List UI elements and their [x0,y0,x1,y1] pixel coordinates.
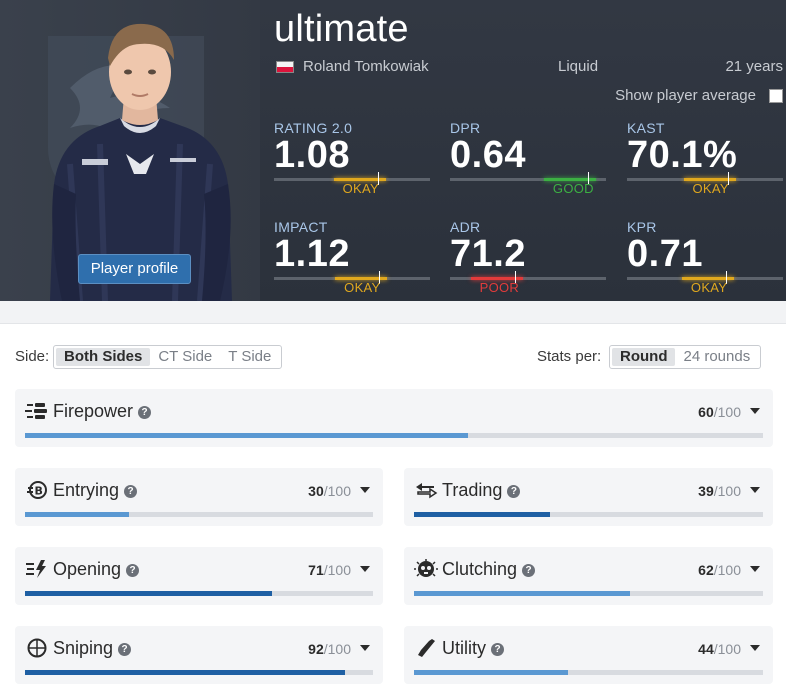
player-nickname: ultimate [274,8,409,50]
chevron-down-icon[interactable] [360,487,370,493]
stat-rating-badge: OKAY [344,280,381,295]
side-filter-label: Side: [15,348,50,365]
category-card-utility[interactable]: Utility? 44/100 [404,626,773,684]
category-card-opening[interactable]: Opening? 71/100 [15,547,383,605]
category-title: Firepower? [53,401,152,422]
category-score: 44/100 [698,641,741,657]
section-divider [0,301,786,324]
help-icon[interactable]: ? [124,485,138,498]
utility-icon [418,639,435,657]
show-average-checkbox[interactable] [769,89,783,103]
category-bar [25,433,763,438]
sniping-icon [27,638,47,658]
stat-value: 0.64 [450,134,526,176]
stat-value: 1.12 [274,233,350,275]
side-option-t[interactable]: T Side [220,348,279,366]
player-profile-button[interactable]: Player profile [78,254,191,284]
stat-impact: IMPACT 1.12 OKAY [274,219,430,295]
stats-per-option-24-rounds[interactable]: 24 rounds [675,348,758,366]
category-title: Opening? [53,559,140,580]
category-score: 92/100 [308,641,351,657]
trading-icon [416,483,438,499]
firepower-icon [25,403,47,419]
stats-per-option-round[interactable]: Round [612,348,676,366]
help-icon[interactable]: ? [491,643,504,656]
category-bar [414,512,763,517]
category-score: 71/100 [308,562,351,578]
category-bar [25,670,373,675]
category-title: Entrying? [53,480,138,501]
stat-adr: ADR 71.2 POOR [450,219,606,295]
chevron-down-icon[interactable] [750,408,760,414]
category-bar [414,591,763,596]
svg-text:B: B [35,485,43,498]
stat-value: 1.08 [274,134,350,176]
stat-rating: RATING 2.0 1.08 OKAY [274,120,430,196]
stat-dpr: DPR 0.64 GOOD [450,120,606,196]
player-real-name: Roland Tomkowiak [303,58,429,75]
stats-per-filter: Round 24 rounds [609,345,762,369]
help-icon[interactable]: ? [507,485,521,498]
category-card-clutching[interactable]: Clutching? 62/100 [404,547,773,605]
player-age: 21 years [725,58,783,75]
show-average-label[interactable]: Show player average [615,87,756,104]
category-card-trading[interactable]: Trading? 39/100 [404,468,773,526]
side-option-ct[interactable]: CT Side [150,348,220,366]
opening-icon [26,560,46,578]
side-option-both[interactable]: Both Sides [56,348,151,366]
chevron-down-icon[interactable] [360,566,370,572]
clutching-icon [414,559,438,577]
stat-gauge [450,271,606,284]
category-title: Sniping? [53,638,132,659]
stats-per-label: Stats per: [537,348,602,365]
category-score: 30/100 [308,483,351,499]
help-icon[interactable]: ? [522,564,536,577]
help-icon[interactable]: ? [118,643,132,656]
category-score: 60/100 [698,404,741,420]
chevron-down-icon[interactable] [360,645,370,651]
side-filter: Both Sides CT Side T Side [53,345,283,369]
category-bar [414,670,763,675]
category-bar [25,512,373,517]
category-card-firepower[interactable]: Firepower? 60/100 [15,389,773,447]
poland-flag-icon [276,61,294,73]
player-header: Player profile ultimate Roland Tomkowiak… [0,0,786,301]
stat-value: 71.2 [450,233,526,275]
stat-value: 70.1% [627,134,738,176]
player-team[interactable]: Liquid [558,58,598,75]
category-score: 62/100 [698,562,741,578]
stat-kpr: KPR 0.71 OKAY [627,219,783,295]
entrying-icon: B [27,481,47,499]
stat-rating-badge: OKAY [342,181,379,196]
category-title: Clutching? [442,559,536,580]
stat-rating-badge: GOOD [552,181,594,196]
stat-rating-badge: OKAY [690,280,728,295]
help-icon[interactable]: ? [126,564,140,577]
chevron-down-icon[interactable] [750,566,760,572]
category-card-sniping[interactable]: Sniping? 92/100 [15,626,383,684]
category-title: Trading? [442,480,521,501]
help-icon[interactable]: ? [138,406,152,419]
stat-rating-badge: POOR [479,280,520,295]
category-card-entrying[interactable]: B Entrying? 30/100 [15,468,383,526]
stat-kast: KAST 70.1% OKAY [627,120,783,196]
category-score: 39/100 [698,483,741,499]
category-bar [25,591,373,596]
stat-rating-badge: OKAY [692,181,729,196]
chevron-down-icon[interactable] [750,645,760,651]
chevron-down-icon[interactable] [750,487,760,493]
stat-value: 0.71 [627,233,703,275]
category-title: Utility? [442,638,504,659]
